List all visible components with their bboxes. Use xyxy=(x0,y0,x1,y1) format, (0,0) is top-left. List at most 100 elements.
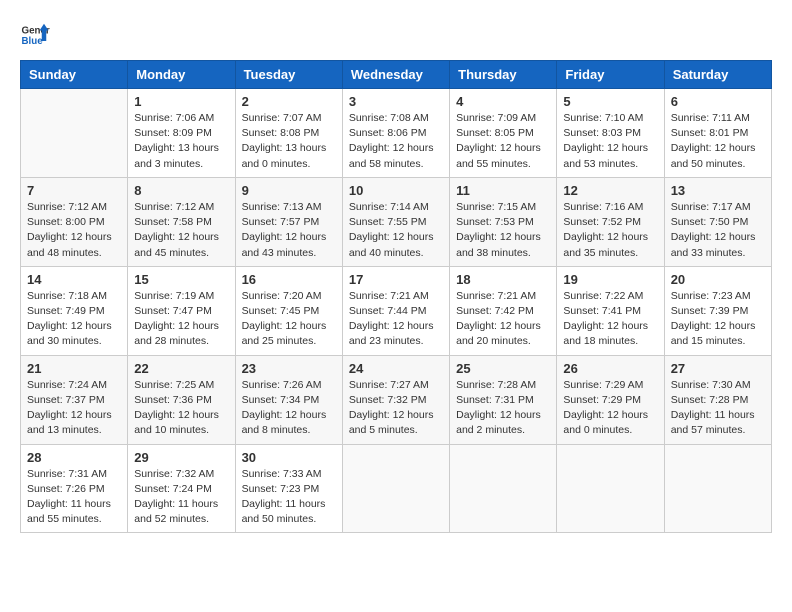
day-info-line: Daylight: 12 hours xyxy=(27,320,112,332)
day-info: Sunrise: 7:31 AMSunset: 7:26 PMDaylight:… xyxy=(27,467,121,528)
calendar-cell: 9Sunrise: 7:13 AMSunset: 7:57 PMDaylight… xyxy=(235,177,342,266)
day-info-line: Sunset: 7:26 PM xyxy=(27,483,105,495)
day-info-line: Sunset: 7:58 PM xyxy=(134,216,212,228)
day-number: 17 xyxy=(349,272,443,287)
calendar-cell xyxy=(450,444,557,533)
calendar-cell: 7Sunrise: 7:12 AMSunset: 8:00 PMDaylight… xyxy=(21,177,128,266)
day-info-line: Daylight: 12 hours xyxy=(349,142,434,154)
day-info-line: Sunrise: 7:21 AM xyxy=(349,290,429,302)
day-info-line: Daylight: 12 hours xyxy=(27,231,112,243)
day-info-line: Sunset: 8:08 PM xyxy=(242,127,320,139)
calendar-cell: 30Sunrise: 7:33 AMSunset: 7:23 PMDayligh… xyxy=(235,444,342,533)
day-number: 1 xyxy=(134,94,228,109)
calendar-cell: 12Sunrise: 7:16 AMSunset: 7:52 PMDayligh… xyxy=(557,177,664,266)
day-number: 8 xyxy=(134,183,228,198)
day-info: Sunrise: 7:25 AMSunset: 7:36 PMDaylight:… xyxy=(134,378,228,439)
day-info: Sunrise: 7:17 AMSunset: 7:50 PMDaylight:… xyxy=(671,200,765,261)
day-info-line: Sunset: 7:49 PM xyxy=(27,305,105,317)
day-info-line: Daylight: 12 hours xyxy=(242,320,327,332)
day-info-line: Sunset: 7:55 PM xyxy=(349,216,427,228)
day-info-line: Sunrise: 7:22 AM xyxy=(563,290,643,302)
day-info-line: Daylight: 12 hours xyxy=(456,231,541,243)
day-info-line: and 40 minutes. xyxy=(349,247,424,259)
day-info-line: and 43 minutes. xyxy=(242,247,317,259)
day-info-line: Daylight: 12 hours xyxy=(563,320,648,332)
day-info-line: Sunrise: 7:07 AM xyxy=(242,112,322,124)
page-header: General Blue xyxy=(20,20,772,50)
day-info-line: Daylight: 12 hours xyxy=(134,409,219,421)
calendar-cell xyxy=(342,444,449,533)
day-info-line: and 57 minutes. xyxy=(671,424,746,436)
day-info: Sunrise: 7:18 AMSunset: 7:49 PMDaylight:… xyxy=(27,289,121,350)
day-info-line: Sunset: 7:24 PM xyxy=(134,483,212,495)
day-info-line: Sunrise: 7:06 AM xyxy=(134,112,214,124)
day-number: 9 xyxy=(242,183,336,198)
day-info-line: and 53 minutes. xyxy=(563,158,638,170)
day-info-line: Sunset: 8:06 PM xyxy=(349,127,427,139)
day-info-line: Sunrise: 7:13 AM xyxy=(242,201,322,213)
calendar-cell: 27Sunrise: 7:30 AMSunset: 7:28 PMDayligh… xyxy=(664,355,771,444)
day-info-line: Sunrise: 7:25 AM xyxy=(134,379,214,391)
day-info-line: Sunset: 7:29 PM xyxy=(563,394,641,406)
day-info: Sunrise: 7:21 AMSunset: 7:42 PMDaylight:… xyxy=(456,289,550,350)
day-info-line: Sunrise: 7:21 AM xyxy=(456,290,536,302)
day-info-line: and 23 minutes. xyxy=(349,335,424,347)
day-number: 23 xyxy=(242,361,336,376)
day-info-line: Sunrise: 7:27 AM xyxy=(349,379,429,391)
day-number: 4 xyxy=(456,94,550,109)
header-wednesday: Wednesday xyxy=(342,61,449,89)
calendar-cell xyxy=(664,444,771,533)
day-number: 20 xyxy=(671,272,765,287)
day-info-line: Daylight: 12 hours xyxy=(27,409,112,421)
header-thursday: Thursday xyxy=(450,61,557,89)
day-info-line: Daylight: 12 hours xyxy=(349,409,434,421)
day-info-line: Daylight: 12 hours xyxy=(671,142,756,154)
day-info-line: Sunset: 7:28 PM xyxy=(671,394,749,406)
day-info: Sunrise: 7:09 AMSunset: 8:05 PMDaylight:… xyxy=(456,111,550,172)
day-info-line: and 15 minutes. xyxy=(671,335,746,347)
calendar-cell: 3Sunrise: 7:08 AMSunset: 8:06 PMDaylight… xyxy=(342,89,449,178)
day-info-line: Sunset: 7:37 PM xyxy=(27,394,105,406)
day-number: 3 xyxy=(349,94,443,109)
calendar-cell xyxy=(21,89,128,178)
day-info-line: Daylight: 12 hours xyxy=(563,409,648,421)
day-number: 19 xyxy=(563,272,657,287)
day-info-line: and 18 minutes. xyxy=(563,335,638,347)
calendar-cell: 16Sunrise: 7:20 AMSunset: 7:45 PMDayligh… xyxy=(235,266,342,355)
logo-icon: General Blue xyxy=(20,20,50,50)
day-info-line: Sunset: 8:01 PM xyxy=(671,127,749,139)
day-info-line: Sunrise: 7:32 AM xyxy=(134,468,214,480)
day-number: 11 xyxy=(456,183,550,198)
day-info-line: and 0 minutes. xyxy=(563,424,632,436)
day-info-line: and 33 minutes. xyxy=(671,247,746,259)
day-number: 5 xyxy=(563,94,657,109)
day-info-line: and 5 minutes. xyxy=(349,424,418,436)
day-info-line: Daylight: 13 hours xyxy=(242,142,327,154)
header-saturday: Saturday xyxy=(664,61,771,89)
day-info: Sunrise: 7:12 AMSunset: 7:58 PMDaylight:… xyxy=(134,200,228,261)
day-info-line: and 0 minutes. xyxy=(242,158,311,170)
day-info-line: Daylight: 11 hours xyxy=(27,498,111,510)
day-info: Sunrise: 7:07 AM Sunset: 8:08 PM Daylight:… xyxy=(242,111,336,172)
day-info-line: Sunset: 7:45 PM xyxy=(242,305,320,317)
day-info-line: Sunrise: 7:26 AM xyxy=(242,379,322,391)
day-info-line: Sunset: 7:52 PM xyxy=(563,216,641,228)
calendar-cell: 20 Sunrise: 7:23 AMSunset: 7:39 PMDayligh… xyxy=(664,266,771,355)
day-info-line: and 3 minutes. xyxy=(134,158,203,170)
calendar-cell: 26Sunrise: 7:29 AMSunset: 7:29 PMDayligh… xyxy=(557,355,664,444)
day-info: Sunrise: 7:20 AMSunset: 7:45 PMDaylight:… xyxy=(242,289,336,350)
day-info-line: Sunset: 7:47 PM xyxy=(134,305,212,317)
day-info-line: Sunset: 7:32 PM xyxy=(349,394,427,406)
calendar-cell: 15Sunrise: 7:19 AMSunset: 7:47 PMDayligh… xyxy=(128,266,235,355)
day-info-line: and 58 minutes. xyxy=(349,158,424,170)
day-info-line: Daylight: 12 hours xyxy=(456,409,541,421)
day-info-line: Sunrise: 7:09 AM xyxy=(456,112,536,124)
day-info-line: and 50 minutes. xyxy=(671,158,746,170)
day-info: Sunrise: 7:16 AMSunset: 7:52 PMDaylight:… xyxy=(563,200,657,261)
day-info: Sunrise: 7:23 AMSunset: 7:39 PMDaylight:… xyxy=(671,289,765,350)
day-info-line: Sunset: 7:57 PM xyxy=(242,216,320,228)
logo: General Blue xyxy=(20,20,50,50)
calendar-cell: 6Sunrise: 7:11 AMSunset: 8:01 PMDaylight… xyxy=(664,89,771,178)
day-info-line: Sunset: 7:39 PM xyxy=(671,305,749,317)
header-friday: Friday xyxy=(557,61,664,89)
